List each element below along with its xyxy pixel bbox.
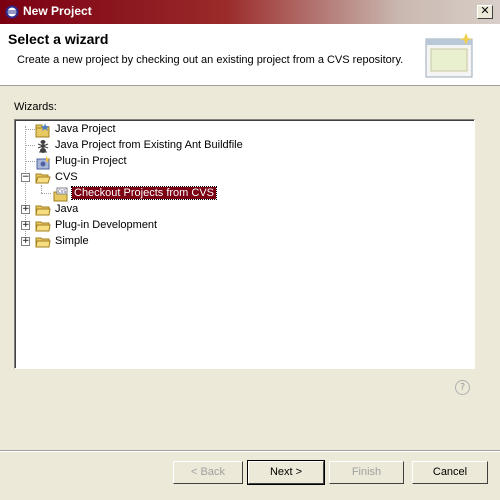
finish-button[interactable]: Finish (329, 461, 404, 484)
tree-item-label: Java Project from Existing Ant Buildfile (55, 139, 243, 151)
banner-title: Select a wizard (8, 31, 109, 47)
next-button-label: Next > (269, 466, 303, 478)
wizard-banner: Select a wizard Create a new project by … (0, 24, 500, 86)
tree-item-label: Plug-in Development (55, 219, 158, 231)
eclipse-icon (5, 5, 19, 19)
back-button[interactable]: < Back (173, 461, 243, 484)
tree-item-java[interactable]: + Java (15, 202, 315, 218)
help-button[interactable]: ? (455, 380, 470, 395)
close-icon: ✕ (480, 5, 490, 17)
ant-icon (37, 140, 49, 153)
tree-item-label: Simple (55, 235, 89, 247)
tree-item-label: Plug-in Project (55, 155, 127, 167)
cancel-button-label: Cancel (432, 466, 468, 478)
plugin-project-icon (36, 155, 50, 170)
folder-icon (35, 205, 51, 216)
button-separator (0, 450, 500, 452)
tree-item-checkout-cvs[interactable]: CVS Checkout Projects from CVS (15, 186, 315, 202)
expand-toggle[interactable]: + (21, 205, 30, 214)
svg-text:CVS: CVS (58, 189, 67, 194)
close-button[interactable]: ✕ (477, 5, 493, 19)
tree-item-cvs[interactable]: − CVS (15, 170, 315, 186)
window-title: New Project (23, 4, 92, 18)
tree-item-ant-project[interactable]: Java Project from Existing Ant Buildfile (15, 138, 315, 154)
back-button-label: < Back (191, 466, 225, 478)
expand-toggle[interactable]: + (21, 237, 30, 246)
folder-icon (35, 237, 51, 248)
tree-item-plugin-project[interactable]: Plug-in Project (15, 154, 315, 170)
tree-item-java-project[interactable]: Java Project (15, 122, 315, 138)
minus-icon: − (22, 172, 30, 182)
cvs-checkout-icon: CVS (53, 187, 68, 202)
collapse-toggle[interactable]: − (21, 173, 30, 182)
folder-open-icon (35, 173, 51, 184)
banner-description: Create a new project by checking out an … (17, 54, 404, 66)
finish-button-label: Finish (351, 466, 382, 478)
java-project-icon (35, 123, 50, 138)
next-button[interactable]: Next > (247, 460, 325, 485)
wizards-label: Wizards: (14, 101, 57, 113)
tree-item-label: Java Project (55, 123, 116, 135)
tree-item-label: Java (55, 203, 79, 215)
tree-item-simple[interactable]: + Simple (15, 234, 315, 250)
wizard-tree[interactable]: Java Project Java Project from Existing … (14, 119, 475, 369)
tree-item-label: Checkout Projects from CVS (71, 186, 217, 200)
plus-icon: + (22, 220, 30, 230)
title-bar: New Project ✕ (0, 0, 500, 24)
expand-toggle[interactable]: + (21, 221, 30, 230)
tree-item-label: CVS (55, 171, 78, 183)
plus-icon: + (22, 204, 30, 214)
folder-icon (35, 221, 51, 232)
plus-icon: + (22, 236, 30, 246)
tree-item-plugin-development[interactable]: + Plug-in Development (15, 218, 315, 234)
cancel-button[interactable]: Cancel (412, 461, 488, 484)
wizards-label-text: Wizards: (14, 101, 57, 113)
help-icon: ? (459, 382, 466, 393)
new-project-wizard-icon (425, 33, 473, 78)
